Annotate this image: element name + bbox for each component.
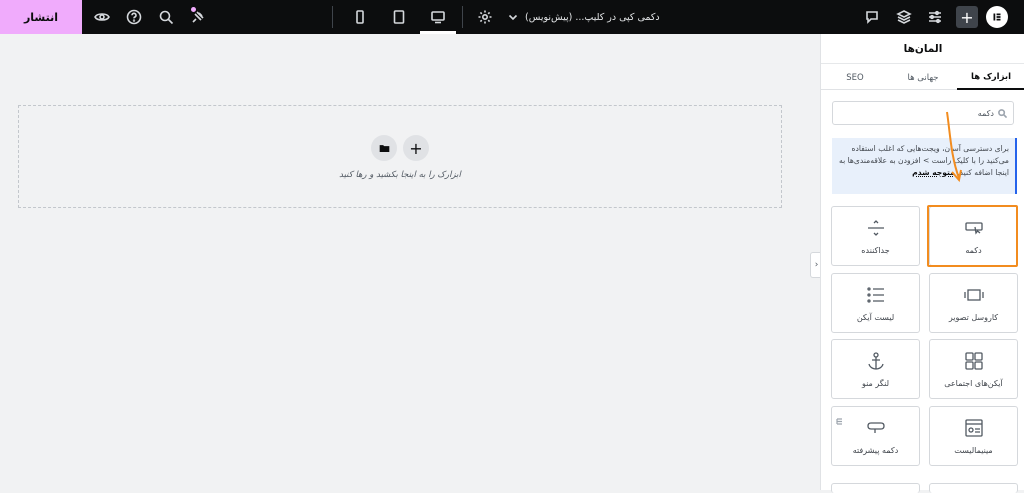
highlight-box bbox=[927, 205, 1018, 267]
widget-label: آیکن‌های اجتماعی bbox=[944, 379, 1003, 388]
divider bbox=[332, 6, 333, 28]
comments-icon[interactable] bbox=[862, 7, 882, 27]
search-icon bbox=[998, 108, 1007, 118]
tab-widgets[interactable]: ابزارک ها bbox=[957, 66, 1024, 90]
divider-icon bbox=[832, 217, 919, 239]
search-icon[interactable] bbox=[156, 7, 176, 27]
widget-card-image-carousel[interactable]: کاروسل تصویر bbox=[929, 273, 1018, 333]
desktop-icon[interactable] bbox=[428, 7, 448, 27]
image-carousel-icon bbox=[930, 284, 1017, 306]
structure-icon[interactable] bbox=[894, 7, 914, 27]
publish-button[interactable]: انتشار bbox=[0, 0, 82, 34]
minimalist-icon bbox=[930, 417, 1017, 439]
panel-tabs: ابزارک ها جهانی ها SEO bbox=[821, 66, 1024, 90]
site-settings-icon[interactable] bbox=[925, 7, 945, 27]
widget-label: لنگر منو bbox=[861, 379, 890, 388]
divider bbox=[462, 6, 463, 28]
editor-canvas: + ابزارک را به اینجا بکشید و رها کنید bbox=[0, 34, 820, 490]
widget-label: جداکننده bbox=[861, 246, 890, 255]
mobile-icon[interactable] bbox=[350, 7, 370, 27]
drop-zone[interactable]: + ابزارک را به اینجا بکشید و رها کنید bbox=[18, 105, 782, 208]
chevron-down-icon[interactable] bbox=[503, 7, 523, 27]
elementor-logo-icon[interactable] bbox=[986, 6, 1008, 28]
top-bar: انتشار دکمی کپی در کلیپ... (پیش‌نویس) + bbox=[0, 0, 1024, 34]
advanced-button-icon bbox=[832, 417, 919, 439]
widget-label: کاروسل تصویر bbox=[948, 313, 999, 322]
widget-card-social-icons[interactable]: آیکن‌های اجتماعی bbox=[929, 339, 1018, 399]
annotation-arrow-icon bbox=[946, 111, 962, 183]
widget-card-minimalist[interactable]: مینیمالیست bbox=[929, 406, 1018, 466]
add-section-button[interactable]: + bbox=[403, 135, 429, 161]
panel-title: المان‌ها bbox=[821, 34, 1024, 64]
favorites-notice: برای دسترسی آسان، ویجت‌هایی که اغلب استف… bbox=[832, 138, 1017, 194]
settings-icon[interactable] bbox=[475, 7, 495, 27]
add-element-button[interactable]: + bbox=[956, 6, 978, 28]
widget-label: دکمه پیشرفته bbox=[852, 446, 899, 455]
tablet-icon[interactable] bbox=[389, 7, 409, 27]
search-value: دکمه bbox=[977, 108, 994, 118]
widget-card-divider[interactable]: جداکننده bbox=[831, 206, 920, 266]
widget-label: لیست آیکن bbox=[856, 313, 895, 322]
widget-card-menu-anchor[interactable]: لنگر منو bbox=[831, 339, 920, 399]
widget-card-partial[interactable] bbox=[929, 483, 1018, 493]
notification-dot bbox=[191, 7, 196, 12]
widget-search-input[interactable]: دکمه bbox=[832, 101, 1014, 125]
anchor-icon bbox=[832, 350, 919, 372]
pro-badge-icon bbox=[836, 410, 843, 425]
help-icon[interactable] bbox=[124, 7, 144, 27]
document-title[interactable]: دکمی کپی در کلیپ... (پیش‌نویس) bbox=[525, 0, 673, 34]
folder-icon[interactable] bbox=[371, 135, 397, 161]
preview-eye-icon[interactable] bbox=[92, 7, 112, 27]
tab-globals[interactable]: جهانی ها bbox=[889, 66, 957, 90]
social-icons-icon bbox=[930, 350, 1017, 372]
widget-card-partial[interactable] bbox=[831, 483, 920, 493]
drop-hint: ابزارک را به اینجا بکشید و رها کنید bbox=[339, 170, 461, 180]
widget-card-advanced-button[interactable]: دکمه پیشرفته bbox=[831, 406, 920, 466]
widget-card-icon-list[interactable]: لیست آیکن bbox=[831, 273, 920, 333]
icon-list-icon bbox=[832, 284, 919, 306]
tab-seo[interactable]: SEO bbox=[821, 66, 889, 90]
widget-label: مینیمالیست bbox=[954, 446, 993, 455]
